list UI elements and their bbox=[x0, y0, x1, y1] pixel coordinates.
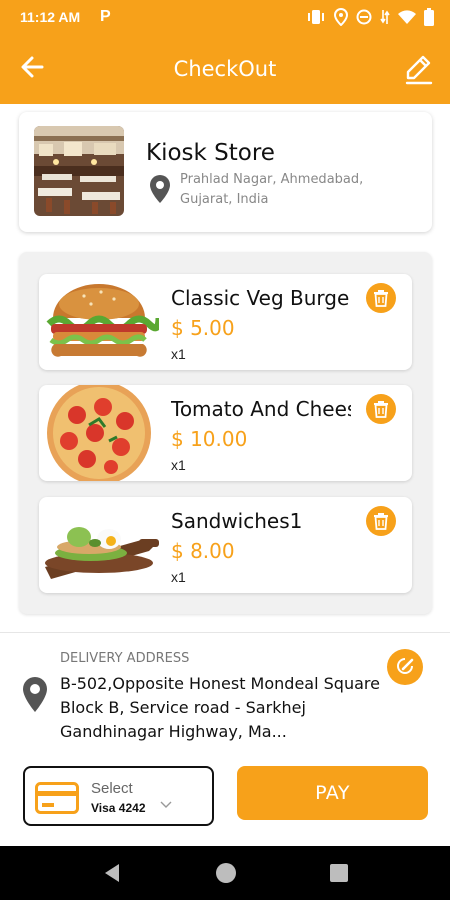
data-icon bbox=[380, 10, 390, 24]
credit-card-icon bbox=[35, 782, 79, 814]
sandwich-image bbox=[39, 497, 159, 593]
pizza-image bbox=[39, 385, 159, 481]
delete-item-button[interactable] bbox=[366, 506, 396, 536]
battery-icon bbox=[424, 8, 434, 26]
item-name: Classic Veg Burger bbox=[171, 286, 351, 310]
location-pin-icon bbox=[150, 175, 170, 203]
item-quantity: x1 bbox=[171, 346, 186, 362]
nav-back-icon[interactable] bbox=[103, 863, 121, 883]
item-quantity: x1 bbox=[171, 457, 186, 473]
item-price: $ 5.00 bbox=[171, 316, 235, 340]
item-quantity: x1 bbox=[171, 569, 186, 585]
status-icons bbox=[306, 8, 434, 26]
edit-location-icon bbox=[397, 658, 414, 674]
delete-item-button[interactable] bbox=[366, 283, 396, 313]
trash-icon bbox=[374, 513, 388, 530]
status-bar: 11:12 AM P bbox=[0, 0, 450, 36]
location-pin-icon bbox=[23, 677, 47, 712]
selected-card: Visa 4242 bbox=[91, 801, 146, 815]
page-title: CheckOut bbox=[173, 57, 277, 81]
system-nav-bar bbox=[0, 846, 450, 900]
chevron-down-icon bbox=[160, 801, 172, 808]
cart-item[interactable]: Tomato And Cheese $ 10.00 x1 bbox=[39, 385, 412, 481]
store-address: Prahlad Nagar, Ahmedabad, Gujarat, India bbox=[180, 172, 364, 207]
location-icon bbox=[334, 8, 348, 26]
select-label: Select bbox=[91, 780, 133, 797]
cart-panel: Classic Veg Burger $ 5.00 x1 Tomato And … bbox=[19, 252, 432, 614]
nav-home-icon[interactable] bbox=[216, 863, 236, 883]
nav-recents-icon[interactable] bbox=[330, 864, 348, 882]
delete-item-button[interactable] bbox=[366, 394, 396, 424]
item-price: $ 10.00 bbox=[171, 427, 248, 451]
burger-image bbox=[39, 274, 163, 370]
delivery-address-label: DELIVERY ADDRESS bbox=[60, 651, 190, 666]
store-card[interactable]: Kiosk Store Prahlad Nagar, Ahmedabad, Gu… bbox=[19, 112, 432, 232]
wifi-icon bbox=[398, 9, 416, 24]
cart-item[interactable]: Sandwiches1 $ 8.00 x1 bbox=[39, 497, 412, 593]
trash-icon bbox=[374, 290, 388, 307]
notification-icon: P bbox=[100, 8, 111, 25]
app-bar: CheckOut bbox=[0, 36, 450, 104]
item-name: Sandwiches1 bbox=[171, 509, 303, 533]
store-name: Kiosk Store bbox=[146, 140, 275, 166]
pay-button[interactable]: PAY bbox=[237, 766, 428, 820]
cart-item[interactable]: Classic Veg Burger $ 5.00 x1 bbox=[39, 274, 412, 370]
pencil-icon bbox=[405, 55, 433, 85]
dnd-icon bbox=[356, 9, 372, 25]
item-price: $ 8.00 bbox=[171, 539, 235, 563]
divider bbox=[0, 632, 450, 633]
delivery-address-text: B-502,Opposite Honest Mondeal Square Blo… bbox=[60, 674, 380, 741]
edit-address-button[interactable] bbox=[387, 649, 423, 685]
status-time: 11:12 AM bbox=[20, 9, 81, 25]
store-image bbox=[34, 126, 124, 216]
edit-button[interactable] bbox=[404, 52, 434, 86]
item-name: Tomato And Cheese bbox=[171, 397, 351, 421]
trash-icon bbox=[374, 401, 388, 418]
vibrate-icon bbox=[308, 10, 324, 24]
payment-method-select[interactable]: Select Visa 4242 bbox=[23, 766, 214, 826]
